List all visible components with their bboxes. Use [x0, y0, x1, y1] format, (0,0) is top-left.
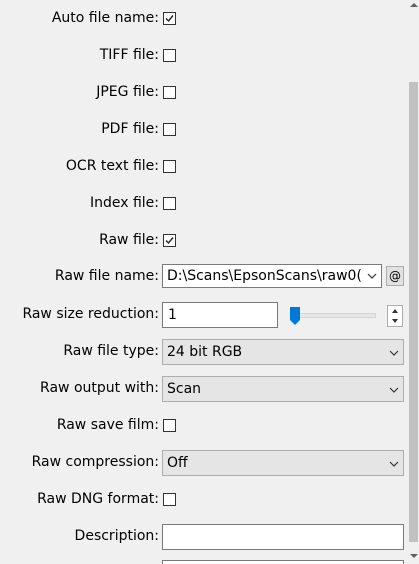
slider-thumb[interactable]: [289, 306, 301, 326]
scrollbar-thumb[interactable]: [409, 82, 418, 542]
raw-size-reduction-spinner[interactable]: [387, 305, 403, 327]
pdf-file-checkbox[interactable]: [163, 123, 176, 136]
raw-output-with-label: Raw output with:: [40, 380, 159, 396]
raw-file-name-label: Raw file name:: [54, 268, 159, 284]
raw-size-reduction-input[interactable]: 1: [162, 302, 278, 328]
chevron-down-icon: [389, 350, 399, 356]
raw-output-with-select[interactable]: Scan: [162, 376, 404, 402]
index-file-checkbox[interactable]: [163, 197, 176, 210]
raw-save-film-checkbox[interactable]: [163, 419, 176, 432]
row-raw-compression: Raw compression: Off: [0, 450, 408, 476]
raw-dng-format-checkbox[interactable]: [163, 493, 176, 506]
row-pdf-file: PDF file:: [0, 117, 408, 141]
raw-file-name-value: D:\Scans\EpsonScans\raw0(: [167, 268, 362, 284]
tiff-file-label: TIFF file:: [99, 47, 159, 63]
checkmark-icon: [165, 15, 174, 23]
jpeg-file-checkbox[interactable]: [163, 86, 176, 99]
description-input[interactable]: [162, 524, 404, 550]
ocr-text-file-checkbox[interactable]: [163, 160, 176, 173]
raw-compression-select[interactable]: Off: [162, 450, 404, 476]
jpeg-file-label: JPEG file:: [96, 84, 159, 100]
row-description: Description:: [0, 524, 408, 550]
scroll-down-icon[interactable]: [410, 553, 418, 559]
raw-compression-label: Raw compression:: [31, 454, 159, 470]
scroll-up-icon[interactable]: [410, 2, 418, 8]
row-index-file: Index file:: [0, 191, 408, 215]
raw-file-label: Raw file:: [99, 232, 159, 248]
row-raw-output-with: Raw output with: Scan: [0, 376, 408, 402]
raw-file-checkbox[interactable]: [163, 234, 176, 247]
spin-down-icon[interactable]: [388, 316, 402, 326]
raw-file-type-label: Raw file type:: [63, 343, 159, 359]
raw-file-type-value: 24 bit RGB: [167, 344, 243, 360]
row-ocr-text-file: OCR text file:: [0, 154, 408, 178]
raw-compression-value: Off: [167, 455, 188, 471]
raw-output-with-value: Scan: [167, 381, 202, 397]
chevron-down-icon: [367, 273, 377, 279]
raw-save-film-label: Raw save film:: [56, 417, 159, 433]
row-raw-save-film: Raw save film:: [0, 413, 408, 437]
tiff-file-checkbox[interactable]: [163, 49, 176, 62]
index-file-label: Index file:: [89, 195, 159, 211]
row-jpeg-file: JPEG file:: [0, 80, 408, 104]
chevron-down-icon: [389, 387, 399, 393]
ocr-text-file-label: OCR text file:: [65, 158, 159, 174]
row-tiff-file: TIFF file:: [0, 43, 408, 67]
raw-file-type-select[interactable]: 24 bit RGB: [162, 339, 404, 365]
description-label: Description:: [74, 528, 159, 544]
auto-file-name-label: Auto file name:: [51, 10, 159, 26]
row-auto-file-name: Auto file name:: [0, 6, 408, 30]
insert-token-button[interactable]: @: [386, 266, 404, 286]
row-raw-dng-format: Raw DNG format:: [0, 487, 408, 511]
raw-size-reduction-slider[interactable]: [290, 313, 376, 318]
pdf-file-label: PDF file:: [101, 121, 159, 137]
chevron-down-icon: [389, 461, 399, 467]
next-field-input[interactable]: [162, 560, 404, 564]
raw-size-reduction-label: Raw size reduction:: [22, 306, 159, 322]
auto-file-name-checkbox[interactable]: [163, 12, 176, 25]
raw-dng-format-label: Raw DNG format:: [37, 491, 159, 507]
options-panel: Auto file name: TIFF file: JPEG file: PD…: [0, 0, 408, 564]
vertical-scrollbar[interactable]: [408, 0, 419, 564]
raw-file-name-combo[interactable]: D:\Scans\EpsonScans\raw0(: [162, 264, 382, 288]
row-raw-file-name: Raw file name: D:\Scans\EpsonScans\raw0(…: [0, 264, 408, 288]
row-raw-file: Raw file:: [0, 228, 408, 252]
checkmark-icon: [165, 237, 174, 245]
row-raw-size-reduction: Raw size reduction: 1: [0, 302, 408, 328]
row-raw-file-type: Raw file type: 24 bit RGB: [0, 339, 408, 365]
spin-up-icon[interactable]: [388, 306, 402, 316]
